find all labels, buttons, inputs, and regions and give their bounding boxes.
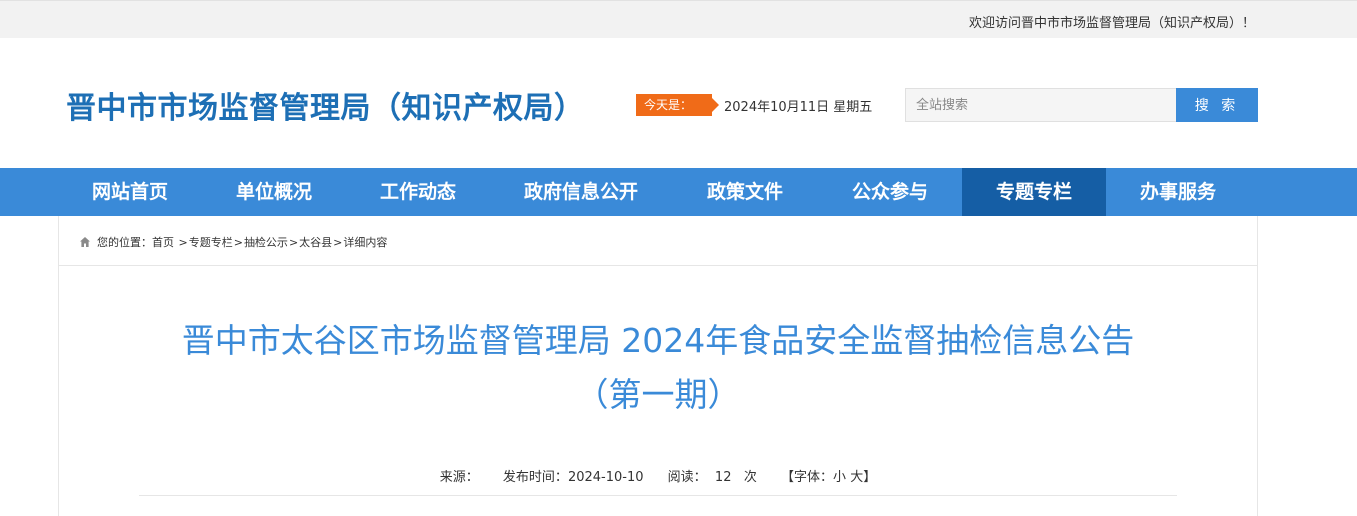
- font-suffix: 】: [863, 470, 877, 485]
- divider: [139, 495, 1177, 496]
- top-welcome-bar: 欢迎访问晋中市市场监督管理局（知识产权局）！: [0, 0, 1357, 38]
- views-count: 12: [714, 470, 732, 485]
- breadcrumb-prefix: 您的位置：: [97, 236, 152, 249]
- nav-item-about[interactable]: 单位概况: [202, 168, 346, 216]
- breadcrumb-separator: >: [333, 235, 343, 249]
- breadcrumb-home[interactable]: 首页: [152, 234, 174, 250]
- font-large-button[interactable]: 大: [850, 470, 863, 485]
- nav-item-news[interactable]: 工作动态: [346, 168, 490, 216]
- site-search-input[interactable]: [905, 88, 1177, 122]
- views-label: 阅读：: [667, 470, 707, 485]
- breadcrumb: 您的位置： 首页 > 专题专栏 > 抽检公示 > 太谷县 > 详细内容: [79, 234, 387, 250]
- nav-item-services[interactable]: 办事服务: [1106, 168, 1250, 216]
- today-date: 2024年10月11日 星期五: [724, 100, 873, 115]
- breadcrumb-separator: >: [175, 235, 188, 249]
- article-title-line1: 晋中市太谷区市场监督管理局 2024年食品安全监督抽检信息公告: [181, 321, 1135, 360]
- site-title[interactable]: 晋中市市场监督管理局（知识产权局）: [66, 83, 585, 127]
- publish-time: 发布时间：2024-10-10: [503, 470, 644, 485]
- font-small-button[interactable]: 小: [833, 470, 846, 485]
- article-title-line2: （第一期）: [575, 375, 741, 414]
- search-button[interactable]: 搜 索: [1176, 88, 1258, 122]
- breadcrumb-separator: >: [288, 235, 299, 249]
- views-unit: 次: [743, 470, 757, 485]
- nav-item-public[interactable]: 公众参与: [818, 168, 962, 216]
- font-size-control: 【字体：小 大】: [781, 470, 876, 485]
- publish-date: 2024-10-10: [567, 470, 644, 485]
- publish-label: 发布时间：: [502, 470, 568, 485]
- font-label: 【字体：: [781, 470, 834, 485]
- article-title: 晋中市太谷区市场监督管理局 2024年食品安全监督抽检信息公告 （第一期）: [59, 314, 1257, 422]
- nav-item-home[interactable]: 网站首页: [58, 168, 202, 216]
- home-icon: [80, 237, 90, 247]
- content-panel: 您的位置： 首页 > 专题专栏 > 抽检公示 > 太谷县 > 详细内容 晋中市太…: [58, 216, 1258, 516]
- source-label: 来源：: [439, 470, 479, 485]
- nav-item-gov-info[interactable]: 政府信息公开: [490, 168, 672, 216]
- nav-item-special[interactable]: 专题专栏: [962, 168, 1106, 216]
- nav-item-policy[interactable]: 政策文件: [672, 168, 818, 216]
- today-label-badge: 今天是：: [636, 94, 719, 116]
- breadcrumb-current: 详细内容: [343, 236, 388, 249]
- welcome-text: 欢迎访问晋中市市场监督管理局（知识产权局）！: [968, 16, 1255, 31]
- main-nav: 网站首页 单位概况 工作动态 政府信息公开 政策文件 公众参与 专题专栏 办事服…: [0, 168, 1357, 216]
- breadcrumb-inspection[interactable]: 抽检公示: [244, 234, 288, 250]
- breadcrumb-taigu[interactable]: 太谷县: [299, 234, 332, 250]
- breadcrumb-special[interactable]: 专题专栏: [189, 234, 233, 250]
- article-meta: 来源： 发布时间：2024-10-10 阅读： 12 次 【字体：小 大】: [59, 466, 1257, 485]
- views: 阅读： 12 次: [668, 470, 757, 485]
- breadcrumb-separator: >: [233, 235, 243, 249]
- divider: [59, 265, 1257, 266]
